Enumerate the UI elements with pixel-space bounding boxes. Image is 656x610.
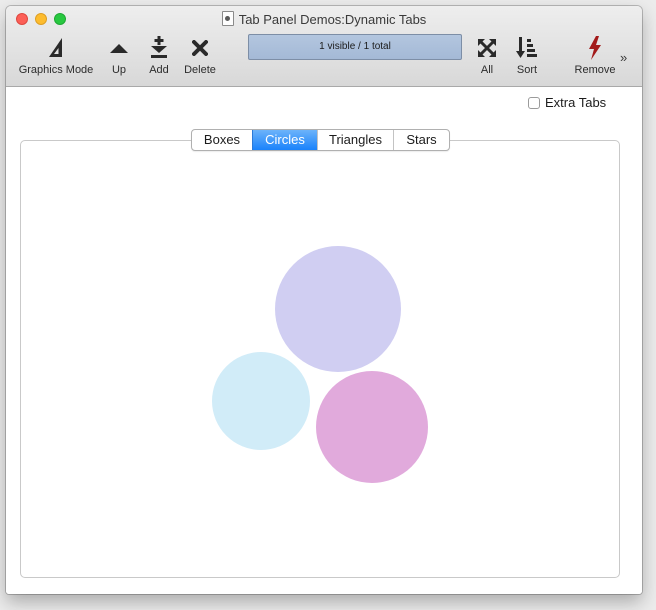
arrow-up-icon — [110, 44, 128, 53]
window-title-text: Tab Panel Demos:Dynamic Tabs — [238, 12, 427, 27]
sort-descending-icon — [516, 37, 537, 58]
title-bar: Tab Panel Demos:Dynamic Tabs Graphics Mo… — [6, 6, 642, 87]
tab-selector: Boxes Circles Triangles Stars — [191, 129, 450, 151]
graphics-mode-button[interactable]: Graphics Mode — [14, 36, 98, 76]
lightning-bolt-icon — [589, 36, 601, 60]
tab-triangles[interactable]: Triangles — [317, 130, 393, 150]
all-button[interactable]: All — [472, 36, 502, 76]
circles-canvas — [212, 246, 428, 483]
pink-circle — [316, 371, 428, 483]
remove-button[interactable]: Remove — [568, 36, 622, 76]
document-icon — [221, 11, 234, 26]
status-display: 1 visible / 1 total — [248, 34, 462, 60]
delete-button[interactable]: Delete — [180, 36, 220, 76]
triangle-ruler-icon — [49, 38, 62, 57]
add-insert-icon — [151, 36, 167, 58]
up-button[interactable]: Up — [104, 36, 134, 76]
sort-button[interactable]: Sort — [512, 36, 542, 76]
window-title: Tab Panel Demos:Dynamic Tabs — [6, 11, 642, 27]
lavender-circle — [275, 246, 401, 372]
toolbar-overflow-button[interactable]: » — [620, 50, 627, 65]
delete-label: Delete — [184, 64, 216, 76]
graphics-mode-label: Graphics Mode — [18, 64, 94, 76]
extra-tabs-label: Extra Tabs — [545, 95, 607, 110]
sort-label: Sort — [516, 64, 538, 76]
app-window: Tab Panel Demos:Dynamic Tabs Graphics Mo… — [6, 6, 642, 594]
tab-stars[interactable]: Stars — [393, 130, 449, 150]
tab-boxes[interactable]: Boxes — [192, 130, 252, 150]
tab-circles[interactable]: Circles — [252, 130, 317, 150]
light-blue-circle — [212, 352, 310, 450]
add-label: Add — [149, 64, 169, 76]
checkbox-box[interactable] — [528, 96, 540, 109]
up-label: Up — [111, 64, 127, 76]
expand-all-icon — [478, 39, 496, 57]
extra-tabs-checkbox[interactable]: Extra Tabs — [528, 95, 606, 110]
remove-label: Remove — [574, 64, 616, 76]
x-delete-icon — [192, 40, 208, 56]
tab-panel — [20, 140, 620, 578]
all-label: All — [480, 64, 494, 76]
add-button[interactable]: Add — [144, 36, 174, 76]
